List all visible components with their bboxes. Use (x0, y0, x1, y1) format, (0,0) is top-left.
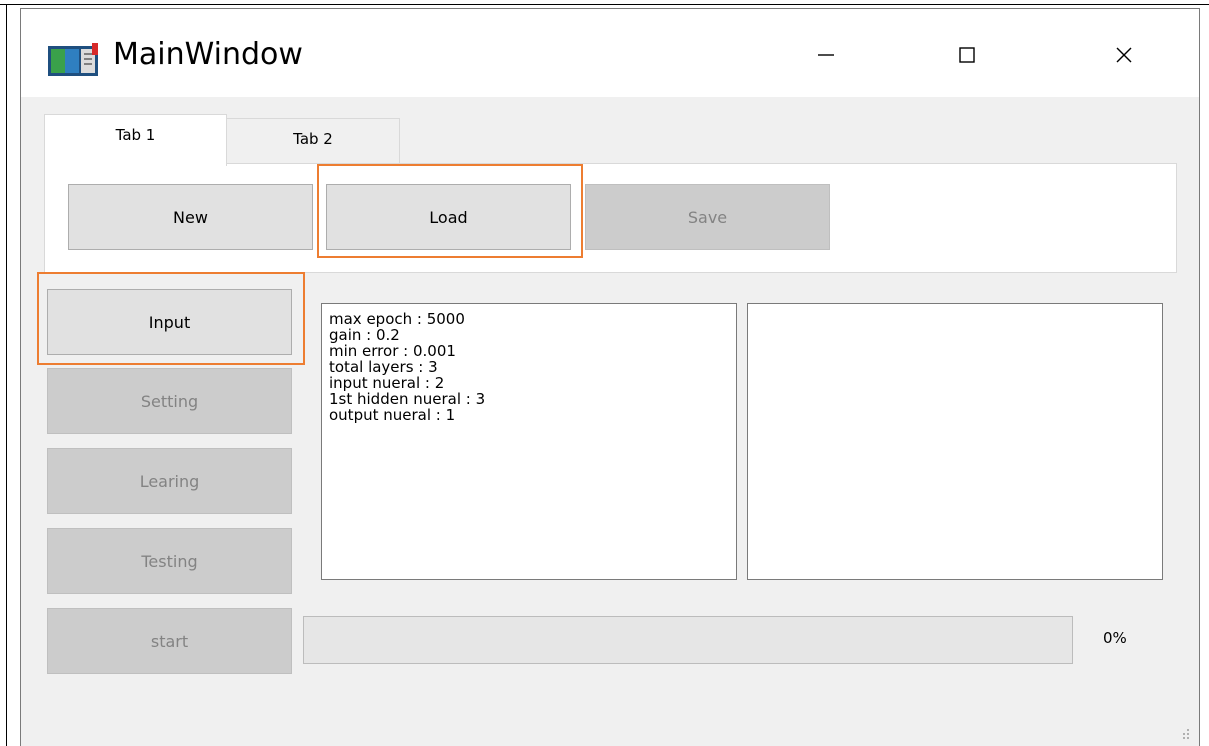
save-button[interactable]: Save (585, 184, 830, 250)
info-line-total-layers: total layers : 3 (329, 358, 438, 376)
info-line-hidden-nueral: 1st hidden nueral : 3 (329, 390, 486, 408)
window-title: MainWindow (113, 37, 303, 72)
progress-bar (303, 616, 1073, 664)
screenshot-top-border (0, 4, 1209, 5)
title-bar[interactable]: MainWindow (21, 9, 1199, 97)
progress-percent-label: 0% (1103, 629, 1127, 647)
tab-2[interactable]: Tab 2 (226, 118, 400, 163)
setting-button[interactable]: Setting (47, 368, 292, 434)
output-textbox[interactable] (747, 303, 1163, 580)
start-button[interactable]: start (47, 608, 292, 674)
input-button[interactable]: Input (47, 289, 292, 355)
maximize-icon (959, 47, 975, 63)
window-app-icon (48, 43, 98, 76)
info-line-min-error: min error : 0.001 (329, 342, 456, 360)
info-textbox[interactable]: max epoch : 5000 gain : 0.2 min error : … (321, 303, 737, 580)
learning-button[interactable]: Learing (47, 448, 292, 514)
main-window: MainWindow Tab 2 Tab 1 New Load Save Inp… (20, 8, 1200, 746)
tab-1[interactable]: Tab 1 (44, 114, 227, 166)
new-button[interactable]: New (68, 184, 313, 250)
minimize-icon (818, 54, 834, 56)
minimize-button[interactable] (796, 31, 856, 79)
info-line-input-nueral: input nueral : 2 (329, 374, 445, 392)
resize-grip-icon[interactable] (1178, 728, 1192, 742)
testing-button[interactable]: Testing (47, 528, 292, 594)
maximize-button[interactable] (937, 31, 997, 79)
close-button[interactable] (1094, 31, 1154, 79)
info-line-max-epoch: max epoch : 5000 (329, 310, 465, 328)
info-line-output-nueral: output nueral : 1 (329, 406, 456, 424)
close-icon (1116, 47, 1132, 63)
info-line-gain: gain : 0.2 (329, 326, 400, 344)
load-button[interactable]: Load (326, 184, 571, 250)
screenshot-left-border (6, 4, 7, 746)
